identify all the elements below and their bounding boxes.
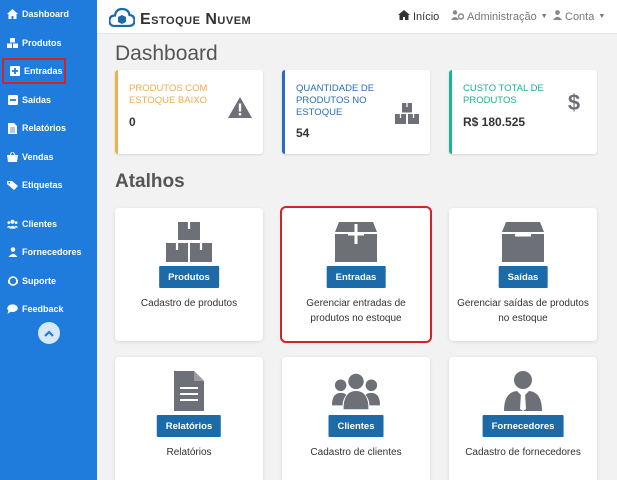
sidebar-item-label: Fornecedores bbox=[22, 247, 82, 257]
brand-logo[interactable]: Estoque Nuvem bbox=[108, 7, 252, 32]
stat-value: 54 bbox=[296, 126, 310, 140]
sidebar-item-feedback[interactable]: Feedback bbox=[0, 296, 97, 322]
nav-administracao-label: Administração bbox=[467, 10, 537, 23]
shortcut-button[interactable]: Fornecedores bbox=[482, 415, 564, 437]
boxes-icon bbox=[7, 38, 18, 49]
nav-home[interactable]: Início bbox=[398, 10, 439, 23]
shortcut-button[interactable]: Clientes bbox=[328, 415, 384, 437]
shortcut-button[interactable]: Entradas bbox=[326, 266, 386, 288]
sidebar-item-relatorios[interactable]: Relatórios bbox=[0, 115, 97, 141]
sidebar-item-label: Feedback bbox=[22, 304, 64, 314]
shortcut-card-clientes[interactable]: Clientes Cadastro de clientes bbox=[282, 357, 430, 480]
shortcut-button[interactable]: Relatórios bbox=[156, 415, 222, 437]
shortcut-card-fornecedores[interactable]: Fornecedores Cadastro de fornecedores bbox=[449, 357, 597, 480]
stat-value: 0 bbox=[129, 115, 136, 129]
nav-administracao[interactable]: Administração ▼ bbox=[451, 10, 548, 23]
shortcut-description: Cadastro de fornecedores bbox=[465, 447, 581, 458]
nav-conta-label: Conta bbox=[565, 10, 595, 23]
sidebar-item-label: Relatórios bbox=[22, 123, 67, 133]
stat-accent-bar bbox=[282, 70, 285, 154]
sidebar-item-label: Produtos bbox=[22, 38, 62, 48]
shortcut-card-saidas[interactable]: Saídas Gerenciar saídas de produtos no e… bbox=[449, 208, 597, 341]
section-title-shortcuts: Atalhos bbox=[115, 171, 185, 192]
sidebar-item-label: Entradas bbox=[24, 66, 63, 76]
chevron-up-icon bbox=[44, 324, 54, 342]
sidebar-item-label: Saídas bbox=[22, 95, 52, 105]
sidebar: Dashboard Produtos Entradas Saídas Relat… bbox=[0, 0, 97, 480]
user-tie-icon bbox=[499, 369, 547, 413]
shortcut-description: Gerenciar saídas de produtos no estoque bbox=[457, 298, 589, 324]
sidebar-item-label: Vendas bbox=[22, 152, 54, 162]
home-icon bbox=[7, 9, 18, 20]
stat-accent-bar bbox=[449, 70, 452, 154]
shortcut-description: Cadastro de produtos bbox=[140, 298, 238, 309]
sidebar-item-fornecedores[interactable]: Fornecedores bbox=[0, 239, 97, 265]
sidebar-item-saidas[interactable]: Saídas bbox=[0, 87, 97, 113]
warning-icon bbox=[227, 94, 253, 120]
stat-value: R$ 180.525 bbox=[463, 115, 526, 129]
sidebar-item-etiquetas[interactable]: Etiquetas bbox=[0, 172, 97, 198]
tag-icon bbox=[7, 180, 18, 191]
stat-label: Quantidade de produtos no estoque bbox=[296, 83, 375, 118]
sidebar-item-produtos[interactable]: Produtos bbox=[0, 30, 97, 56]
box-minus-icon bbox=[499, 220, 547, 264]
users-cog-icon bbox=[451, 10, 465, 23]
nav-conta[interactable]: Conta ▼ bbox=[553, 10, 605, 23]
shortcut-description: Relatórios bbox=[166, 447, 212, 458]
minus-square-icon bbox=[7, 95, 18, 106]
document-icon bbox=[165, 369, 213, 413]
users-icon bbox=[7, 219, 18, 230]
shortcut-card-relatorios[interactable]: Relatórios Relatórios bbox=[115, 357, 263, 480]
cloud-box-icon bbox=[108, 7, 136, 32]
stat-label: Produtos com estoque baixo bbox=[129, 83, 208, 106]
sidebar-item-clientes[interactable]: Clientes bbox=[0, 211, 97, 237]
stat-card-low-stock: Produtos com estoque baixo 0 bbox=[115, 70, 263, 154]
collapse-sidebar-button[interactable] bbox=[38, 322, 60, 344]
brand-name: Estoque Nuvem bbox=[140, 10, 252, 28]
sidebar-item-vendas[interactable]: Vendas bbox=[0, 144, 97, 170]
shortcut-button[interactable]: Produtos bbox=[159, 266, 219, 288]
shortcut-card-produtos[interactable]: Produtos Cadastro de produtos bbox=[115, 208, 263, 341]
sidebar-item-label: Dashboard bbox=[22, 9, 70, 19]
user-tie-icon bbox=[7, 247, 18, 258]
chevron-down-icon: ▼ bbox=[598, 13, 606, 20]
users-icon bbox=[332, 369, 380, 413]
user-icon bbox=[553, 10, 562, 23]
stat-accent-bar bbox=[115, 70, 118, 154]
stat-card-total-cost: Custo total de produtos R$ 180.525 $ bbox=[449, 70, 597, 154]
sidebar-item-label: Clientes bbox=[22, 219, 58, 229]
shortcut-description: Cadastro de clientes bbox=[310, 447, 402, 458]
sidebar-item-dashboard[interactable]: Dashboard bbox=[0, 1, 97, 27]
support-icon bbox=[7, 276, 18, 287]
shortcut-card-entradas[interactable]: Entradas Gerenciar entradas de produtos … bbox=[280, 206, 432, 343]
stat-label: Custo total de produtos bbox=[463, 83, 544, 106]
boxes-icon bbox=[394, 100, 420, 126]
sidebar-item-label: Suporte bbox=[22, 276, 57, 286]
shortcut-description: Gerenciar entradas de produtos no estoqu… bbox=[306, 298, 406, 324]
file-icon bbox=[7, 122, 18, 134]
nav-home-label: Início bbox=[413, 10, 440, 23]
sidebar-item-label: Etiquetas bbox=[22, 180, 63, 190]
chat-icon bbox=[7, 304, 18, 315]
box-plus-icon bbox=[332, 220, 380, 264]
sidebar-item-suporte[interactable]: Suporte bbox=[0, 268, 97, 294]
topbar: Estoque Nuvem Início Administração ▼ Con… bbox=[97, 0, 617, 34]
boxes-icon bbox=[165, 220, 213, 264]
sidebar-item-entradas[interactable]: Entradas bbox=[2, 58, 66, 84]
shortcut-button[interactable]: Saídas bbox=[498, 266, 548, 288]
stat-card-stock-quantity: Quantidade de produtos no estoque 54 bbox=[282, 70, 430, 154]
basket-icon bbox=[7, 152, 18, 163]
plus-square-icon bbox=[9, 66, 20, 77]
page-title: Dashboard bbox=[115, 42, 218, 65]
home-icon bbox=[398, 10, 410, 23]
chevron-down-icon: ▼ bbox=[540, 13, 548, 20]
dollar-icon: $ bbox=[567, 90, 581, 115]
